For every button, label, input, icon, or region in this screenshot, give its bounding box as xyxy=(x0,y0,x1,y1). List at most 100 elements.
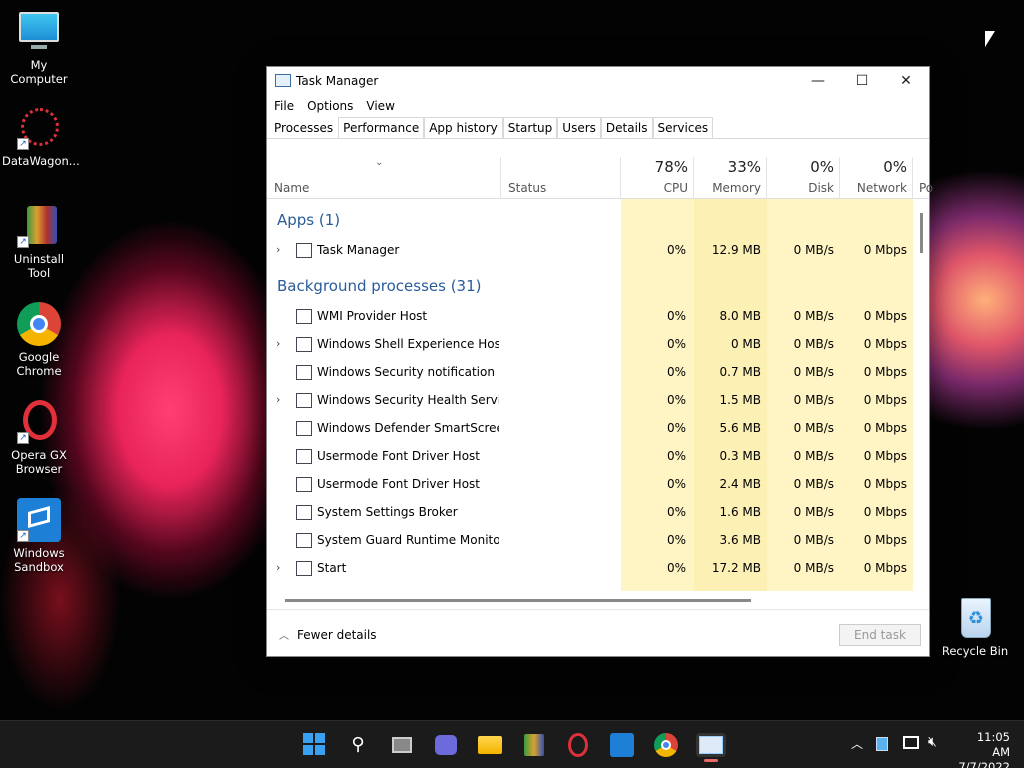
process-icon xyxy=(296,243,312,258)
process-cpu-value: 0% xyxy=(666,309,686,323)
column-name[interactable]: ⌄ Name xyxy=(267,157,501,199)
process-name: System Settings Broker xyxy=(317,505,458,519)
network-icon[interactable] xyxy=(903,736,919,749)
desktop-icon-uninstall-tool[interactable]: ↗ Uninstall Tool xyxy=(2,204,76,280)
opera-gx-taskbar-button[interactable] xyxy=(566,733,590,757)
column-power[interactable]: Po xyxy=(913,157,933,199)
column-network[interactable]: 0% Network xyxy=(840,157,913,199)
menu-options[interactable]: Options xyxy=(307,95,353,117)
tab-services[interactable]: Services xyxy=(652,117,714,138)
tab-app-history[interactable]: App history xyxy=(424,117,503,138)
process-row[interactable]: › Windows Shell Experience Host 0% 0 MB 0 MB… xyxy=(267,331,913,359)
clock-time: 11:05 AM xyxy=(976,730,1010,759)
sandbox-icon: ↗ xyxy=(17,498,61,542)
volume-muted-icon[interactable]: 🔇︎ xyxy=(928,734,937,750)
process-disk-value: 0 MB/s xyxy=(793,561,834,575)
expand-chevron-icon[interactable]: › xyxy=(276,393,280,406)
process-row[interactable]: Windows Security notification i... 0% 0.7 … xyxy=(267,359,913,387)
title-bar[interactable]: Task Manager — ☐ ✕ xyxy=(267,67,929,95)
process-row[interactable]: › Start 0% 17.2 MB 0 MB/s 0 Mbps xyxy=(267,555,913,583)
shortcut-arrow-icon: ↗ xyxy=(17,432,29,444)
expand-chevron-icon[interactable]: › xyxy=(276,337,280,350)
process-row[interactable]: › Task Manager 0% 12.9 MB 0 MB/s 0 Mbps xyxy=(267,237,913,265)
minimize-button[interactable]: — xyxy=(795,67,841,95)
windows-logo-icon xyxy=(303,733,325,755)
column-memory[interactable]: 33% Memory xyxy=(694,157,767,199)
tab-users[interactable]: Users xyxy=(557,117,601,138)
sandbox-taskbar-button[interactable] xyxy=(610,733,634,757)
datawagon-icon: ↗ xyxy=(17,106,61,150)
process-name: Task Manager xyxy=(317,243,400,257)
fewer-details-button[interactable]: ︿ Fewer details xyxy=(279,627,377,642)
process-icon xyxy=(296,449,312,464)
desktop-icon-label: Recycle Bin xyxy=(941,644,1009,658)
process-row[interactable]: WMI Provider Host 0% 8.0 MB 0 MB/s 0 Mbps xyxy=(267,303,913,331)
task-manager-taskbar-button[interactable] xyxy=(696,733,726,762)
horizontal-scrollbar-thumb[interactable] xyxy=(285,599,751,602)
column-cpu[interactable]: 78% CPU xyxy=(621,157,694,199)
process-mem-value: 17.2 MB xyxy=(711,561,761,575)
group-header-apps[interactable]: Apps (1) xyxy=(277,211,340,229)
process-row[interactable]: System Guard Runtime Monitor... 0% 3.6 MB 0… xyxy=(267,527,913,555)
process-mem-value: 0.7 MB xyxy=(719,365,761,379)
fewer-details-label: Fewer details xyxy=(297,628,377,642)
process-row[interactable]: System Settings Broker 0% 1.6 MB 0 MB/s 0 Mb… xyxy=(267,499,913,527)
show-hidden-icons-chevron-icon[interactable]: ︿ xyxy=(851,735,863,752)
process-icon xyxy=(296,365,312,380)
close-button[interactable]: ✕ xyxy=(883,67,929,95)
process-icon xyxy=(296,561,312,576)
process-cpu-value: 0% xyxy=(666,243,686,257)
chrome-icon xyxy=(17,302,61,346)
tab-processes[interactable]: Processes xyxy=(269,117,339,138)
desktop-icon-my-computer[interactable]: My Computer xyxy=(2,10,76,86)
desktop-icon-label: Uninstall Tool xyxy=(13,252,65,280)
uninstall-tool-taskbar-button[interactable] xyxy=(522,733,546,757)
process-net-value: 0 Mbps xyxy=(863,421,907,435)
desktop-icon-opera-gx[interactable]: ↗ Opera GX Browser xyxy=(2,400,76,476)
process-row[interactable]: Usermode Font Driver Host 0% 2.4 MB 0 MB/s 0… xyxy=(267,471,913,499)
process-disk-value: 0 MB/s xyxy=(793,309,834,323)
expand-chevron-icon[interactable]: › xyxy=(276,561,280,574)
column-status-label: Status xyxy=(508,181,547,195)
taskbar-clock[interactable]: 11:05 AM 7/7/2022 xyxy=(958,730,1010,768)
clock-date: 7/7/2022 xyxy=(958,760,1010,768)
desktop-icon-windows-sandbox[interactable]: ↗ Windows Sandbox xyxy=(2,498,76,574)
menu-file[interactable]: File xyxy=(274,95,294,117)
tab-details[interactable]: Details xyxy=(600,117,653,138)
group-header-background[interactable]: Background processes (31) xyxy=(277,277,482,295)
process-row[interactable]: Usermode Font Driver Host 0% 0.3 MB 0 MB/s 0… xyxy=(267,443,913,471)
desktop-icon-google-chrome[interactable]: Google Chrome xyxy=(2,302,76,378)
process-cpu-value: 0% xyxy=(666,449,686,463)
process-list: Apps (1) Background processes (31) › Task… xyxy=(267,199,929,591)
process-name: Windows Security notification i... xyxy=(317,365,499,379)
chrome-taskbar-button[interactable] xyxy=(654,733,678,757)
file-explorer-button[interactable] xyxy=(478,733,502,757)
chat-button[interactable] xyxy=(434,733,458,757)
desktop-icon-recycle-bin[interactable]: ♻ Recycle Bin xyxy=(938,596,1012,658)
process-net-value: 0 Mbps xyxy=(863,243,907,257)
tab-startup[interactable]: Startup xyxy=(502,117,558,138)
search-button[interactable]: ⚲ xyxy=(346,733,370,757)
process-disk-value: 0 MB/s xyxy=(793,449,834,463)
task-view-button[interactable] xyxy=(390,733,414,757)
tray-app-icon[interactable] xyxy=(876,737,888,751)
disk-label: Disk xyxy=(808,181,834,195)
process-net-value: 0 Mbps xyxy=(863,393,907,407)
expand-chevron-icon[interactable]: › xyxy=(276,243,280,256)
maximize-button[interactable]: ☐ xyxy=(839,67,885,95)
opera-gx-icon xyxy=(568,733,588,757)
process-net-value: 0 Mbps xyxy=(863,505,907,519)
menu-view[interactable]: View xyxy=(366,95,394,117)
process-name: WMI Provider Host xyxy=(317,309,428,323)
start-button[interactable] xyxy=(302,733,326,757)
vertical-scrollbar-thumb[interactable] xyxy=(920,213,923,253)
process-row[interactable]: Windows Defender SmartScreen 0% 5.6 MB 0 MB… xyxy=(267,415,913,443)
tab-performance[interactable]: Performance xyxy=(338,117,425,138)
column-status[interactable]: Status xyxy=(501,157,621,199)
desktop-icon-datawagon[interactable]: ↗ DataWagon... xyxy=(2,106,80,168)
process-mem-value: 1.5 MB xyxy=(719,393,761,407)
end-task-button[interactable]: End task xyxy=(839,624,921,646)
process-row[interactable]: › Windows Security Health Service 0% 1.5 MB… xyxy=(267,387,913,415)
column-disk[interactable]: 0% Disk xyxy=(767,157,840,199)
process-disk-value: 0 MB/s xyxy=(793,243,834,257)
